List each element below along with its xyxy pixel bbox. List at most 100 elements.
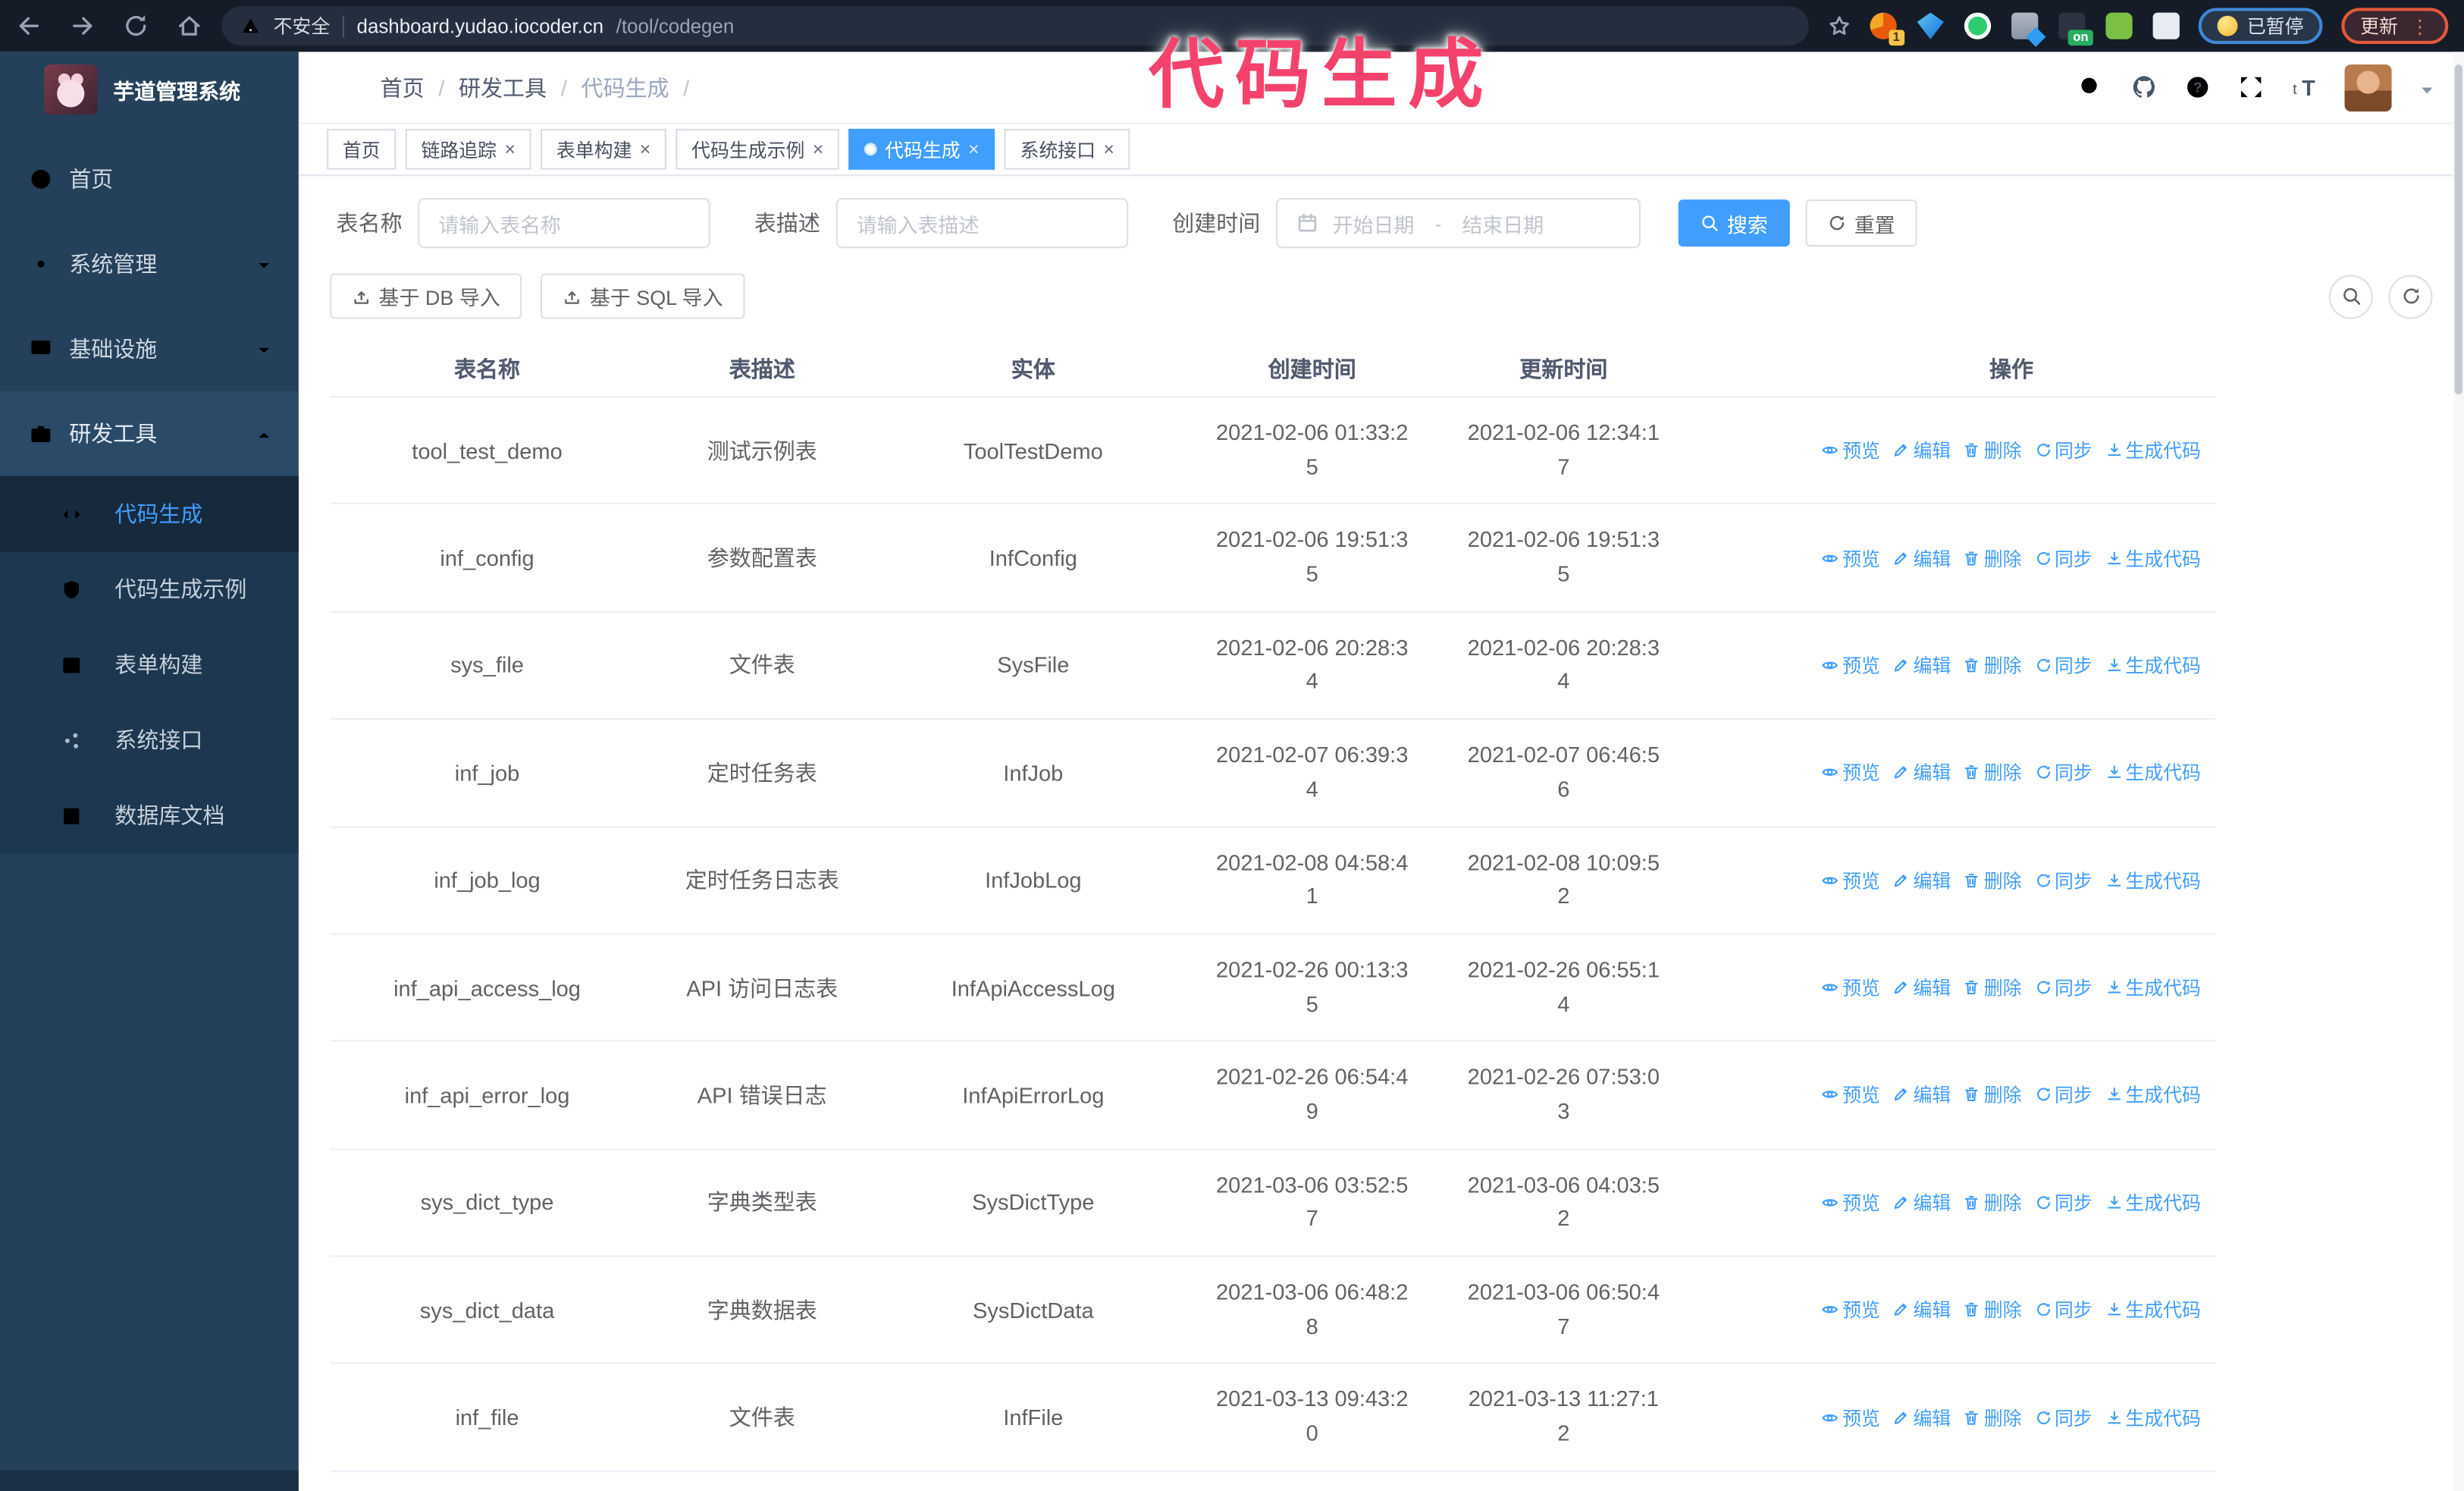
close-icon[interactable]: × bbox=[504, 140, 516, 159]
table-name-input[interactable]: 请输入表名称 bbox=[418, 198, 710, 249]
import-sql-button[interactable]: 基于 SQL 导入 bbox=[541, 273, 745, 319]
action-edit[interactable]: 编辑 bbox=[1893, 867, 1951, 893]
avatar-caret-icon[interactable] bbox=[2419, 79, 2436, 96]
font-size-icon[interactable]: tT bbox=[2291, 74, 2318, 101]
action-delete[interactable]: 删除 bbox=[1964, 1297, 2022, 1323]
action-generate-code[interactable]: 生成代码 bbox=[2105, 1404, 2201, 1430]
extension-gem-icon[interactable] bbox=[1917, 12, 1944, 39]
action-edit[interactable]: 编辑 bbox=[1893, 1189, 1951, 1216]
tab-4[interactable]: 代码生成 × bbox=[848, 128, 995, 170]
extension-check-icon[interactable] bbox=[1964, 12, 1992, 39]
action-preview[interactable]: 预览 bbox=[1822, 759, 1880, 786]
search-button[interactable]: 搜索 bbox=[1678, 199, 1790, 247]
breadcrumb-item-2[interactable]: 代码生成 bbox=[581, 71, 689, 102]
action-generate-code[interactable]: 生成代码 bbox=[2105, 867, 2201, 893]
action-generate-code[interactable]: 生成代码 bbox=[2105, 1189, 2201, 1216]
tab-3[interactable]: 代码生成示例 × bbox=[676, 128, 840, 170]
bookmark-star-icon[interactable] bbox=[1827, 14, 1851, 38]
sidebar-fold-icon[interactable] bbox=[327, 73, 355, 101]
action-edit[interactable]: 编辑 bbox=[1893, 1081, 1951, 1108]
action-generate-code[interactable]: 生成代码 bbox=[2105, 975, 2201, 1001]
tab-1[interactable]: 链路追踪 × bbox=[405, 128, 531, 170]
reload-icon[interactable] bbox=[123, 13, 149, 39]
action-preview[interactable]: 预览 bbox=[1822, 975, 1880, 1001]
sidebar-item-2[interactable]: 基础设施 bbox=[0, 306, 299, 391]
action-sync[interactable]: 同步 bbox=[2034, 975, 2093, 1001]
submenu-item-1[interactable]: 代码生成示例 bbox=[0, 551, 299, 626]
action-edit[interactable]: 编辑 bbox=[1893, 545, 1951, 571]
search-icon[interactable] bbox=[2077, 74, 2104, 100]
action-sync[interactable]: 同步 bbox=[2034, 1189, 2093, 1216]
sidebar-item-3[interactable]: 研发工具 bbox=[0, 391, 299, 476]
action-preview[interactable]: 预览 bbox=[1822, 1404, 1880, 1430]
avatar[interactable] bbox=[2344, 63, 2392, 111]
address-bar[interactable]: 不安全 dashboard.yudao.iocoder.cn /tool/cod… bbox=[221, 6, 1809, 46]
action-sync[interactable]: 同步 bbox=[2034, 1297, 2093, 1323]
extension-dark-icon[interactable]: on bbox=[2058, 12, 2093, 46]
close-icon[interactable]: × bbox=[1103, 140, 1114, 159]
action-preview[interactable]: 预览 bbox=[1822, 437, 1880, 463]
extensions-puzzle-icon[interactable] bbox=[2152, 12, 2180, 39]
action-edit[interactable]: 编辑 bbox=[1893, 437, 1951, 463]
action-generate-code[interactable]: 生成代码 bbox=[2105, 437, 2201, 463]
action-delete[interactable]: 删除 bbox=[1964, 867, 2022, 893]
extension-orange-icon[interactable]: 1 bbox=[1870, 12, 1905, 46]
home-icon[interactable] bbox=[176, 13, 202, 39]
date-range-picker[interactable]: 开始日期 - 结束日期 bbox=[1276, 198, 1641, 249]
action-delete[interactable]: 删除 bbox=[1964, 652, 2022, 679]
scrollbar-thumb[interactable] bbox=[2454, 64, 2462, 394]
import-db-button[interactable]: 基于 DB 导入 bbox=[330, 273, 522, 319]
help-icon[interactable]: ? bbox=[2184, 74, 2211, 100]
sidebar-item-1[interactable]: 系统管理 bbox=[0, 221, 299, 306]
action-preview[interactable]: 预览 bbox=[1822, 545, 1880, 571]
breadcrumb-item-0[interactable]: 首页 bbox=[381, 71, 445, 102]
action-generate-code[interactable]: 生成代码 bbox=[2105, 1297, 2201, 1323]
browser-menu-icon[interactable]: ⋮ bbox=[2411, 15, 2430, 37]
action-preview[interactable]: 预览 bbox=[1822, 1189, 1880, 1216]
action-generate-code[interactable]: 生成代码 bbox=[2105, 759, 2201, 786]
action-generate-code[interactable]: 生成代码 bbox=[2105, 545, 2201, 571]
action-preview[interactable]: 预览 bbox=[1822, 1081, 1880, 1108]
sidebar-item-0[interactable]: 首页 bbox=[0, 137, 299, 221]
update-button[interactable]: 更新 ⋮ bbox=[2341, 8, 2449, 45]
action-preview[interactable]: 预览 bbox=[1822, 1297, 1880, 1323]
action-delete[interactable]: 删除 bbox=[1964, 1404, 2022, 1430]
action-delete[interactable]: 删除 bbox=[1964, 1189, 2022, 1216]
action-sync[interactable]: 同步 bbox=[2034, 867, 2093, 893]
reset-button[interactable]: 重置 bbox=[1805, 199, 1917, 247]
extension-grid-icon[interactable] bbox=[2011, 12, 2039, 39]
action-edit[interactable]: 编辑 bbox=[1893, 759, 1951, 786]
close-icon[interactable]: × bbox=[640, 140, 651, 159]
action-edit[interactable]: 编辑 bbox=[1893, 1297, 1951, 1323]
action-delete[interactable]: 删除 bbox=[1964, 1081, 2022, 1108]
action-sync[interactable]: 同步 bbox=[2034, 545, 2093, 571]
submenu-item-0[interactable]: 代码生成 bbox=[0, 476, 299, 552]
action-sync[interactable]: 同步 bbox=[2034, 1081, 2093, 1108]
action-sync[interactable]: 同步 bbox=[2034, 652, 2093, 679]
submenu-item-4[interactable]: 数据库文档 bbox=[0, 777, 299, 852]
submenu-item-3[interactable]: 系统接口 bbox=[0, 702, 299, 777]
scrollbar-track[interactable] bbox=[2453, 52, 2464, 1491]
paused-badge[interactable]: 已暂停 bbox=[2198, 8, 2323, 45]
action-delete[interactable]: 删除 bbox=[1964, 975, 2022, 1001]
table-desc-input[interactable]: 请输入表描述 bbox=[835, 198, 1129, 249]
close-icon[interactable]: × bbox=[968, 140, 980, 159]
tab-0[interactable]: 首页 bbox=[327, 128, 397, 170]
tab-5[interactable]: 系统接口 × bbox=[1004, 128, 1130, 170]
app-logo-row[interactable]: 芋道管理系统 bbox=[0, 52, 299, 127]
action-generate-code[interactable]: 生成代码 bbox=[2105, 652, 2201, 679]
action-delete[interactable]: 删除 bbox=[1964, 437, 2022, 463]
sidebar-collapse-bar[interactable] bbox=[0, 1471, 299, 1491]
action-generate-code[interactable]: 生成代码 bbox=[2105, 1081, 2201, 1108]
action-edit[interactable]: 编辑 bbox=[1893, 1404, 1951, 1430]
extension-android-icon[interactable] bbox=[2105, 12, 2133, 39]
toggle-search-button[interactable] bbox=[2328, 274, 2373, 319]
action-sync[interactable]: 同步 bbox=[2034, 437, 2093, 463]
action-preview[interactable]: 预览 bbox=[1822, 652, 1880, 679]
back-icon[interactable] bbox=[16, 13, 42, 39]
action-delete[interactable]: 删除 bbox=[1964, 759, 2022, 786]
action-sync[interactable]: 同步 bbox=[2034, 1404, 2093, 1430]
close-icon[interactable]: × bbox=[813, 140, 824, 159]
action-sync[interactable]: 同步 bbox=[2034, 759, 2093, 786]
breadcrumb-item-1[interactable]: 研发工具 bbox=[459, 71, 567, 102]
